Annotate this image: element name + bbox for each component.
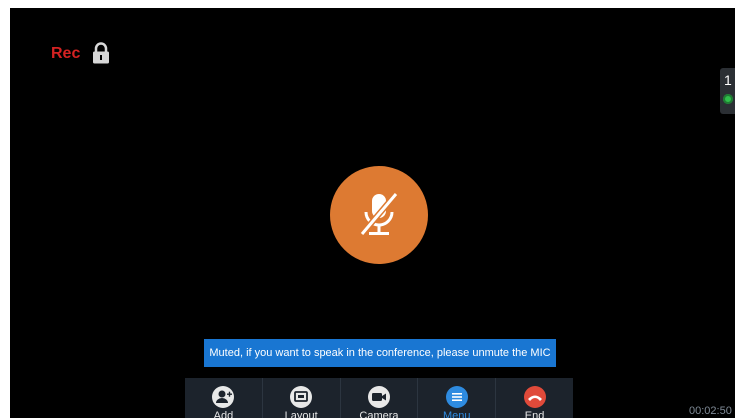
layout-icon <box>290 386 313 408</box>
end-call-button[interactable]: End <box>496 378 573 418</box>
camera-icon <box>367 386 390 408</box>
muted-notification: Muted, if you want to speak in the confe… <box>204 339 556 367</box>
call-toolbar: Add Layout Camera Menu End <box>185 378 573 418</box>
participants-panel-toggle[interactable]: 1 <box>720 68 735 114</box>
add-user-icon <box>212 386 235 408</box>
camera-label: Camera <box>359 410 399 418</box>
video-call-screen: Rec 1 Muted, if you want to speak in the… <box>10 8 735 418</box>
end-call-icon <box>523 386 546 408</box>
camera-button[interactable]: Camera <box>341 378 419 418</box>
mic-muted-icon <box>359 192 399 236</box>
mute-status-indicator[interactable] <box>330 166 428 264</box>
add-label: Add <box>213 410 234 418</box>
lock-icon <box>93 42 109 64</box>
layout-button[interactable]: Layout <box>263 378 341 418</box>
online-status-icon <box>723 94 733 104</box>
call-duration: 00:02:50 <box>689 405 732 417</box>
menu-icon <box>445 386 468 408</box>
menu-label: Menu <box>443 410 471 418</box>
end-label: End <box>524 410 545 418</box>
menu-button[interactable]: Menu <box>418 378 497 418</box>
add-button[interactable]: Add <box>185 378 263 418</box>
recording-indicator: Rec <box>51 45 81 62</box>
participant-count: 1 <box>724 72 732 88</box>
layout-label: Layout <box>284 410 318 418</box>
